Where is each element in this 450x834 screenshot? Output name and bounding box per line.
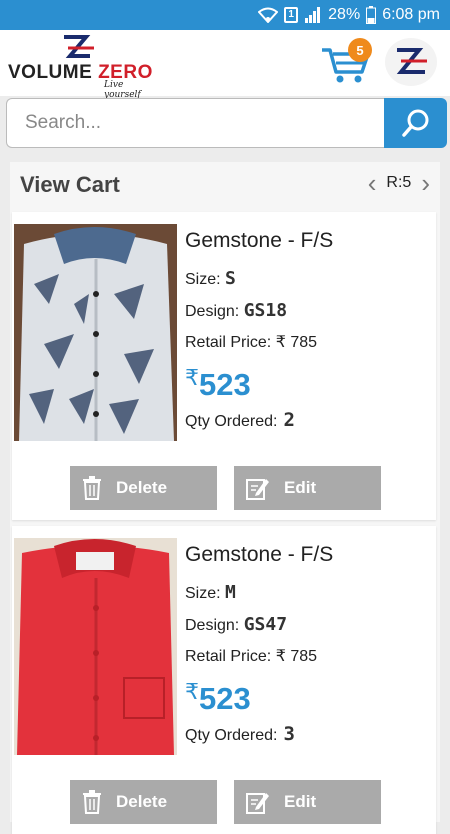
product-info: Gemstone - F/S Size: S Design: GS18 Reta…: [185, 228, 430, 437]
edit-button[interactable]: Edit: [234, 466, 381, 510]
trash-icon: [83, 476, 101, 500]
delete-button[interactable]: Delete: [70, 466, 217, 510]
status-bar: 1 28% 6:08 pm: [0, 0, 450, 30]
retail-price-value: ₹ 785: [275, 648, 318, 665]
card-actions: Delete Edit: [70, 780, 381, 824]
edit-icon: [246, 479, 269, 500]
size-value: S: [225, 268, 236, 289]
zl-logo-icon: [396, 48, 427, 74]
retail-price-row: Retail Price: ₹ 785: [185, 334, 318, 351]
offer-price: ₹523: [185, 679, 251, 716]
edit-button[interactable]: Edit: [234, 780, 381, 824]
trash-icon: [83, 790, 101, 814]
qty-value: 3: [283, 723, 295, 745]
logo-tagline: Live yourself: [104, 80, 141, 100]
card-actions: Delete Edit: [70, 466, 381, 510]
chevron-right-icon[interactable]: ›: [421, 170, 430, 196]
page-title: View Cart: [20, 172, 120, 197]
product-image[interactable]: [14, 224, 177, 441]
sim-icon: 1: [284, 7, 299, 23]
record-pager: ‹ R:5 ›: [368, 170, 430, 196]
design-value: GS18: [243, 300, 288, 321]
product-image[interactable]: [14, 538, 177, 755]
size-row: Size: M: [185, 582, 236, 603]
app-header: VOLUME ZERO Live yourself 5: [0, 30, 450, 100]
design-value: GS47: [243, 614, 288, 635]
qty-ordered-row: Qty Ordered: 2: [185, 409, 295, 431]
cart-button[interactable]: 5: [320, 36, 376, 86]
design-row: Design: GS18: [185, 300, 288, 321]
clock: 6:08 pm: [382, 6, 440, 23]
qty-ordered-row: Qty Ordered: 3: [185, 723, 295, 745]
volume-zero-logo[interactable]: VOLUME ZERO Live yourself: [8, 34, 152, 100]
battery-icon: [366, 6, 377, 24]
view-cart-panel: View Cart ‹ R:5 › Gemstone - F/S Size: S…: [10, 162, 440, 834]
delete-button[interactable]: Delete: [70, 780, 217, 824]
edit-icon: [246, 793, 269, 814]
product-name: Gemstone - F/S: [185, 229, 334, 252]
cart-count-badge: 5: [348, 38, 372, 62]
offer-price: ₹523: [185, 365, 251, 402]
cart-item-card: Gemstone - F/S Size: M Design: GS47 Reta…: [12, 526, 436, 834]
design-row: Design: GS47: [185, 614, 288, 635]
logo-mark-icon: [64, 35, 94, 58]
retail-price-row: Retail Price: ₹ 785: [185, 648, 318, 665]
wifi-icon: [258, 7, 279, 23]
search-icon: [401, 109, 428, 137]
search-input[interactable]: [6, 98, 386, 148]
brand-icon[interactable]: [385, 38, 437, 86]
battery-percent: 28%: [328, 6, 361, 23]
size-value: M: [225, 582, 236, 603]
search-bar: [6, 98, 447, 148]
cart-item-card: Gemstone - F/S Size: S Design: GS18 Reta…: [12, 212, 436, 520]
record-label: R:5: [386, 174, 412, 191]
chevron-left-icon[interactable]: ‹: [368, 170, 377, 196]
product-name: Gemstone - F/S: [185, 543, 334, 566]
search-button[interactable]: [384, 98, 447, 148]
qty-value: 2: [283, 409, 295, 431]
product-info: Gemstone - F/S Size: M Design: GS47 Reta…: [185, 542, 430, 751]
signal-icon: [304, 7, 322, 23]
size-row: Size: S: [185, 268, 236, 289]
retail-price-value: ₹ 785: [275, 334, 318, 351]
